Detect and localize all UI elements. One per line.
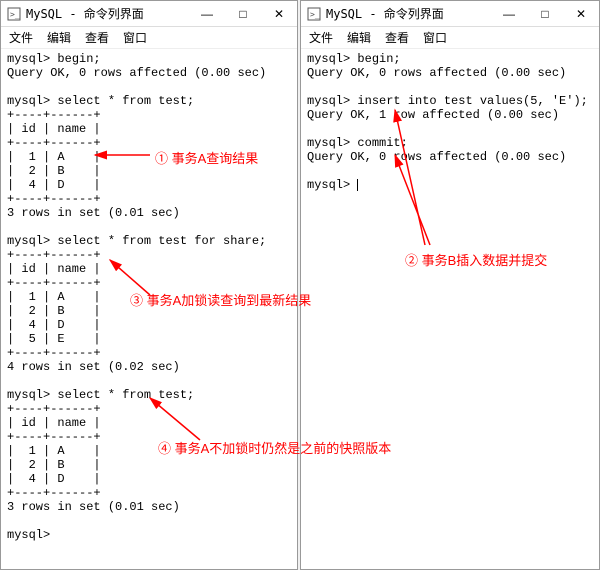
menu-window[interactable]: 窗口 xyxy=(423,29,447,46)
maximize-button[interactable]: □ xyxy=(225,1,261,27)
terminal-output[interactable]: mysql> begin; Query OK, 0 rows affected … xyxy=(301,49,599,569)
terminal-window-b: >_ MySQL - 命令列界面 — □ ✕ 文件 编辑 查看 窗口 mysql… xyxy=(300,0,600,570)
terminal-window-a: >_ MySQL - 命令列界面 — □ ✕ 文件 编辑 查看 窗口 mysql… xyxy=(0,0,298,570)
menu-view[interactable]: 查看 xyxy=(385,29,409,46)
app-icon: >_ xyxy=(307,7,321,21)
svg-text:>_: >_ xyxy=(10,10,20,19)
menu-edit[interactable]: 编辑 xyxy=(347,29,371,46)
titlebar[interactable]: >_ MySQL - 命令列界面 — □ ✕ xyxy=(301,1,599,27)
menu-edit[interactable]: 编辑 xyxy=(47,29,71,46)
minimize-button[interactable]: — xyxy=(189,1,225,27)
menu-window[interactable]: 窗口 xyxy=(123,29,147,46)
close-button[interactable]: ✕ xyxy=(563,1,599,27)
terminal-output[interactable]: mysql> begin; Query OK, 0 rows affected … xyxy=(1,49,297,569)
window-controls: — □ ✕ xyxy=(491,1,599,27)
text-cursor xyxy=(357,179,358,191)
menubar: 文件 编辑 查看 窗口 xyxy=(301,27,599,49)
window-title: MySQL - 命令列界面 xyxy=(326,5,491,22)
menu-file[interactable]: 文件 xyxy=(309,29,333,46)
svg-text:>_: >_ xyxy=(310,10,320,19)
window-title: MySQL - 命令列界面 xyxy=(26,5,189,22)
minimize-button[interactable]: — xyxy=(491,1,527,27)
menu-view[interactable]: 查看 xyxy=(85,29,109,46)
close-button[interactable]: ✕ xyxy=(261,1,297,27)
menu-file[interactable]: 文件 xyxy=(9,29,33,46)
window-controls: — □ ✕ xyxy=(189,1,297,27)
titlebar[interactable]: >_ MySQL - 命令列界面 — □ ✕ xyxy=(1,1,297,27)
app-icon: >_ xyxy=(7,7,21,21)
maximize-button[interactable]: □ xyxy=(527,1,563,27)
menubar: 文件 编辑 查看 窗口 xyxy=(1,27,297,49)
